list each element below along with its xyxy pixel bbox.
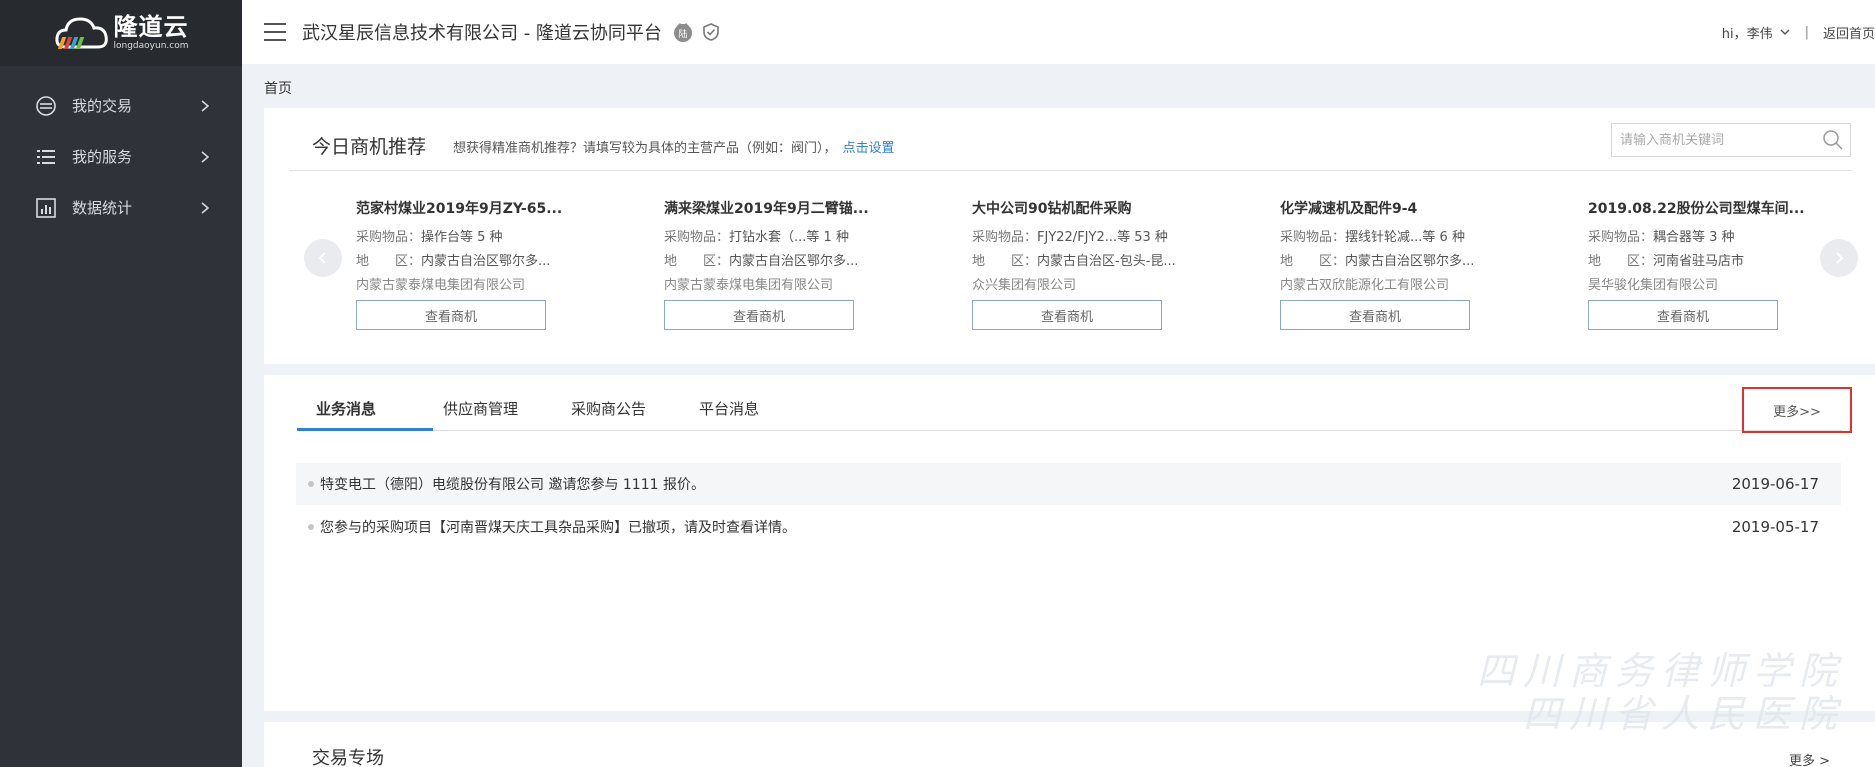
opportunity-title[interactable]: 化学减速机及配件9-4 [1280, 198, 1520, 220]
message-row[interactable]: 您参与的采购项目【河南晋煤天庆工具杂品采购】已撤项，请及时查看详情。 2019-… [296, 506, 1841, 548]
cloud-logo-icon [54, 17, 108, 49]
sidebar-menu: 我的交易 我的服务 数据统计 [0, 80, 242, 233]
chevron-right-icon [201, 150, 210, 163]
opportunity-goods: 采购物品：打钻水套（...等 1 种 [664, 230, 849, 245]
message-date: 2019-05-17 [1731, 518, 1819, 536]
opportunity-goods: 采购物品：FJY22/FJY2...等 53 种 [972, 230, 1168, 245]
brand-name: 隆道云 [113, 13, 189, 41]
chevron-right-icon [1836, 252, 1844, 264]
tab-platform-messages[interactable]: 平台消息 [699, 398, 759, 419]
opportunity-company: 众兴集团有限公司 [972, 278, 1077, 293]
search-input[interactable] [1612, 124, 1820, 156]
brand-domain: longdaoyun.com [113, 41, 189, 51]
top-header: 武汉星辰信息技术有限公司 - 隆道云协同平台 陆 hi，李伟 | 返回首页 [242, 0, 1875, 64]
opportunity-region: 地 区：内蒙古自治区鄂尔多... [1280, 254, 1475, 269]
logo[interactable]: 隆道云 longdaoyun.com [0, 0, 242, 66]
opportunity-card: 2019.08.22股份公司型煤车间... 采购物品：耦合器等 3 种 地 区：… [1588, 198, 1828, 330]
message-row[interactable]: 特变电工（德阳）电缆股份有限公司 邀请您参与 1111 报价。 2019-06-… [296, 463, 1841, 505]
opportunity-title[interactable]: 大中公司90钻机配件采购 [972, 198, 1212, 220]
recommend-title: 今日商机推荐 [312, 136, 427, 158]
view-opportunity-button[interactable]: 查看商机 [356, 300, 546, 330]
menu-toggle-icon[interactable] [264, 23, 286, 41]
active-tab-indicator [297, 428, 433, 431]
opportunity-region: 地 区：内蒙古自治区鄂尔多... [356, 254, 551, 269]
opportunity-card: 化学减速机及配件9-4 采购物品：摆线针轮减...等 6 种 地 区：内蒙古自治… [1280, 198, 1520, 330]
opportunity-search [1611, 123, 1851, 157]
sidebar: 隆道云 longdaoyun.com 我的交易 我的服务 数据统计 [0, 0, 242, 767]
user-menu[interactable]: hi，李伟 [1722, 23, 1791, 42]
opportunity-title[interactable]: 范家村煤业2019年9月ZY-65... [356, 198, 596, 220]
message-text: 您参与的采购项目【河南晋煤天庆工具杂品采购】已撤项，请及时查看详情。 [320, 520, 796, 536]
message-date: 2019-06-17 [1731, 475, 1819, 493]
message-text: 特变电工（德阳）电缆股份有限公司 邀请您参与 1111 报价。 [320, 477, 705, 493]
search-icon[interactable] [1820, 127, 1846, 153]
tabs-divider [297, 430, 1842, 431]
page-title: 武汉星辰信息技术有限公司 - 隆道云协同平台 [302, 23, 662, 44]
opportunity-goods: 采购物品：耦合器等 3 种 [1588, 230, 1735, 245]
trade-more-link[interactable]: 更多 > [1789, 750, 1830, 767]
opportunity-company: 内蒙古双欣能源化工有限公司 [1280, 278, 1450, 293]
sidebar-item-label: 数据统计 [72, 199, 133, 217]
view-opportunity-button[interactable]: 查看商机 [664, 300, 854, 330]
bullet-icon [308, 481, 314, 487]
message-tabs: 业务消息 供应商管理 采购商公告 平台消息 [297, 375, 1875, 431]
recommend-panel: 今日商机推荐 想获得精准商机推荐？请填写较为具体的主营产品（例如：阀门）， 点击设… [264, 108, 1875, 364]
opportunity-card: 满来梁煤业2019年9月二臂锚... 采购物品：打钻水套（...等 1 种 地 … [664, 198, 904, 330]
carousel-prev-button[interactable] [304, 239, 342, 277]
header-user-area: hi，李伟 | 返回首页 [1722, 0, 1875, 64]
sidebar-item-my-trade[interactable]: 我的交易 [0, 80, 242, 131]
divider [289, 170, 1851, 171]
sidebar-item-label: 我的交易 [72, 97, 133, 115]
opportunity-company: 昊华骏化集团有限公司 [1588, 278, 1719, 293]
opportunity-card: 范家村煤业2019年9月ZY-65... 采购物品：操作台等 5 种 地 区：内… [356, 198, 596, 330]
sidebar-item-statistics[interactable]: 数据统计 [0, 182, 242, 233]
trade-title: 交易专场 [312, 748, 384, 767]
opportunity-region: 地 区：内蒙古自治区鄂尔多... [664, 254, 859, 269]
sidebar-item-my-service[interactable]: 我的服务 [0, 131, 242, 182]
opportunity-goods: 采购物品：摆线针轮减...等 6 种 [1280, 230, 1465, 245]
view-opportunity-button[interactable]: 查看商机 [1588, 300, 1778, 330]
opportunity-title[interactable]: 2019.08.22股份公司型煤车间... [1588, 198, 1828, 220]
tab-supplier-management[interactable]: 供应商管理 [443, 398, 518, 419]
shield-icon[interactable] [702, 23, 720, 41]
sidebar-item-label: 我的服务 [72, 148, 133, 166]
level-badge-text: 陆 [678, 28, 687, 40]
recommend-tip-text: 想获得精准商机推荐？请填写较为具体的主营产品（例如：阀门）， [453, 141, 837, 156]
chevron-right-icon [201, 99, 210, 112]
user-greeting: hi，李伟 [1721, 26, 1773, 42]
chevron-right-icon [201, 201, 210, 214]
view-opportunity-button[interactable]: 查看商机 [1280, 300, 1470, 330]
opportunity-goods: 采购物品：操作台等 5 种 [356, 230, 503, 245]
opportunity-title[interactable]: 满来梁煤业2019年9月二臂锚... [664, 198, 904, 220]
opportunity-card: 大中公司90钻机配件采购 采购物品：FJY22/FJY2...等 53 种 地 … [972, 198, 1212, 330]
recommend-tip: 想获得精准商机推荐？请填写较为具体的主营产品（例如：阀门）， 点击设置 [453, 137, 895, 156]
opportunity-region: 地 区：河南省驻马店市 [1588, 254, 1745, 269]
opportunity-company: 内蒙古蒙泰煤电集团有限公司 [664, 278, 834, 293]
messages-panel: 业务消息 供应商管理 采购商公告 平台消息 更多>> 特变电工（德阳）电缆股份有… [264, 375, 1875, 711]
messages-more-button[interactable]: 更多>> [1742, 387, 1852, 433]
chevron-down-icon [1780, 29, 1790, 35]
level-badge-icon[interactable]: 陆 [672, 21, 694, 43]
opportunity-region: 地 区：内蒙古自治区-包头-昆... [972, 254, 1176, 269]
view-opportunity-button[interactable]: 查看商机 [972, 300, 1162, 330]
chevron-left-icon [318, 252, 326, 264]
tab-buyer-announcements[interactable]: 采购商公告 [571, 398, 646, 419]
tab-business-messages[interactable]: 业务消息 [316, 398, 376, 419]
header-separator: | [1804, 24, 1809, 40]
home-link[interactable]: 返回首页 [1823, 23, 1875, 42]
settings-link[interactable]: 点击设置 [843, 141, 895, 156]
bullet-icon [308, 524, 314, 530]
trade-icon [34, 94, 58, 118]
breadcrumb[interactable]: 首页 [264, 78, 292, 98]
trade-panel: 交易专场 更多 > [264, 722, 1875, 767]
list-icon [34, 145, 58, 169]
chart-icon [34, 196, 58, 220]
opportunity-company: 内蒙古蒙泰煤电集团有限公司 [356, 278, 526, 293]
